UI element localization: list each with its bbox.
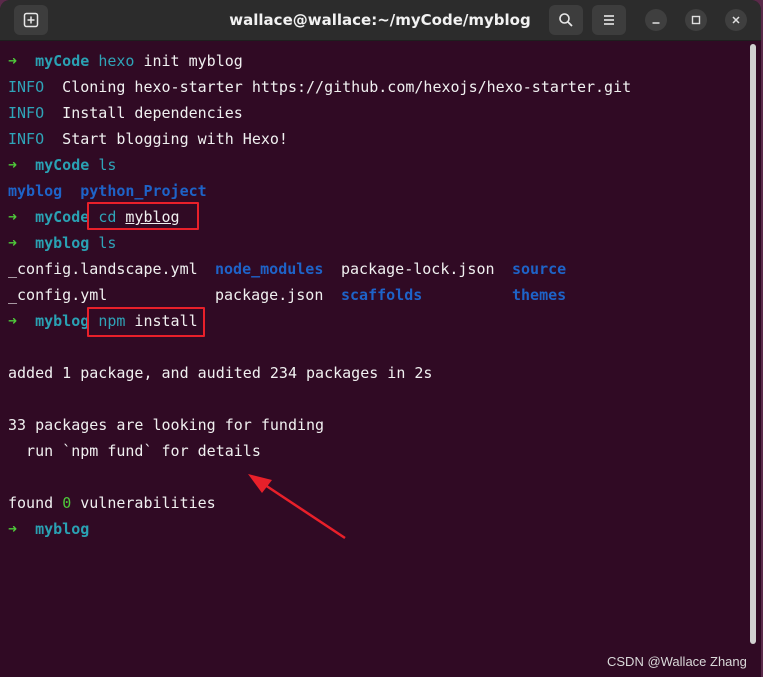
watermark: CSDN @Wallace Zhang — [607, 654, 747, 669]
terminal-window: wallace@wallace:~/myCode/myblog ➜ myCode… — [0, 0, 761, 677]
scrollbar[interactable] — [750, 44, 756, 644]
annotation-arrow — [248, 474, 346, 540]
